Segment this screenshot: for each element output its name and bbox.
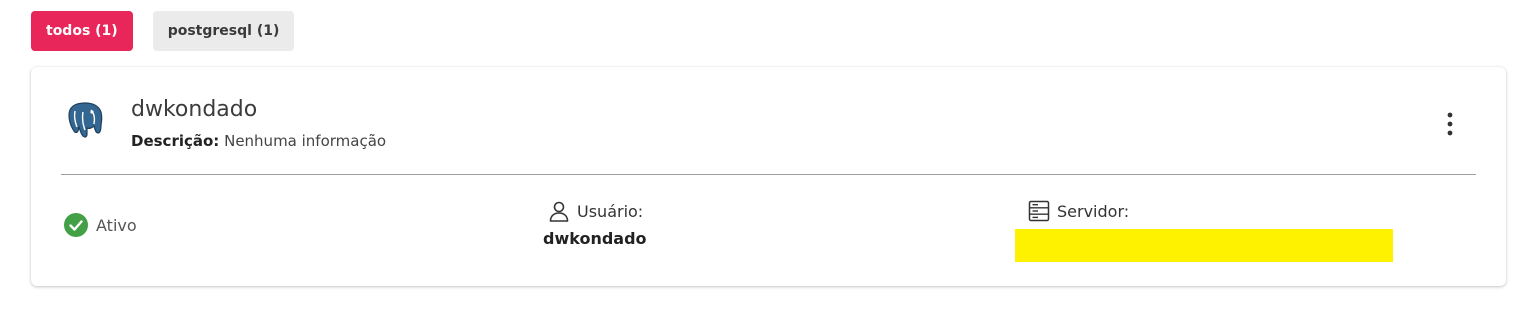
server-value-redacted [1015,229,1393,262]
status-text: Ativo [96,215,137,235]
server-label: Servidor: [1057,201,1130,221]
filter-chips: todos (1) postgresql (1) [31,11,295,51]
connection-name: dwkondado [131,97,258,122]
server-icon [1028,200,1050,222]
user-info: Usuário: dwkondado [543,199,647,249]
connection-description: Descrição: Nenhuma informação [131,132,386,150]
server-info: Servidor: [1015,199,1393,262]
description-label: Descrição: [131,132,220,150]
user-label: Usuário: [577,201,644,221]
user-icon [549,201,569,222]
card-divider [61,174,1476,175]
check-circle-icon [64,213,88,237]
description-value: Nenhuma informação [224,132,387,150]
connection-card[interactable]: dwkondado Descrição: Nenhuma informação … [31,67,1506,286]
user-value: dwkondado [543,229,647,248]
filter-chip-postgresql[interactable]: postgresql (1) [152,11,295,51]
vertical-dots-icon [1447,112,1453,136]
more-options-button[interactable] [1438,110,1462,138]
postgresql-elephant-icon [68,102,103,138]
status-indicator: Ativo [64,213,137,237]
filter-chip-todos[interactable]: todos (1) [31,11,133,51]
